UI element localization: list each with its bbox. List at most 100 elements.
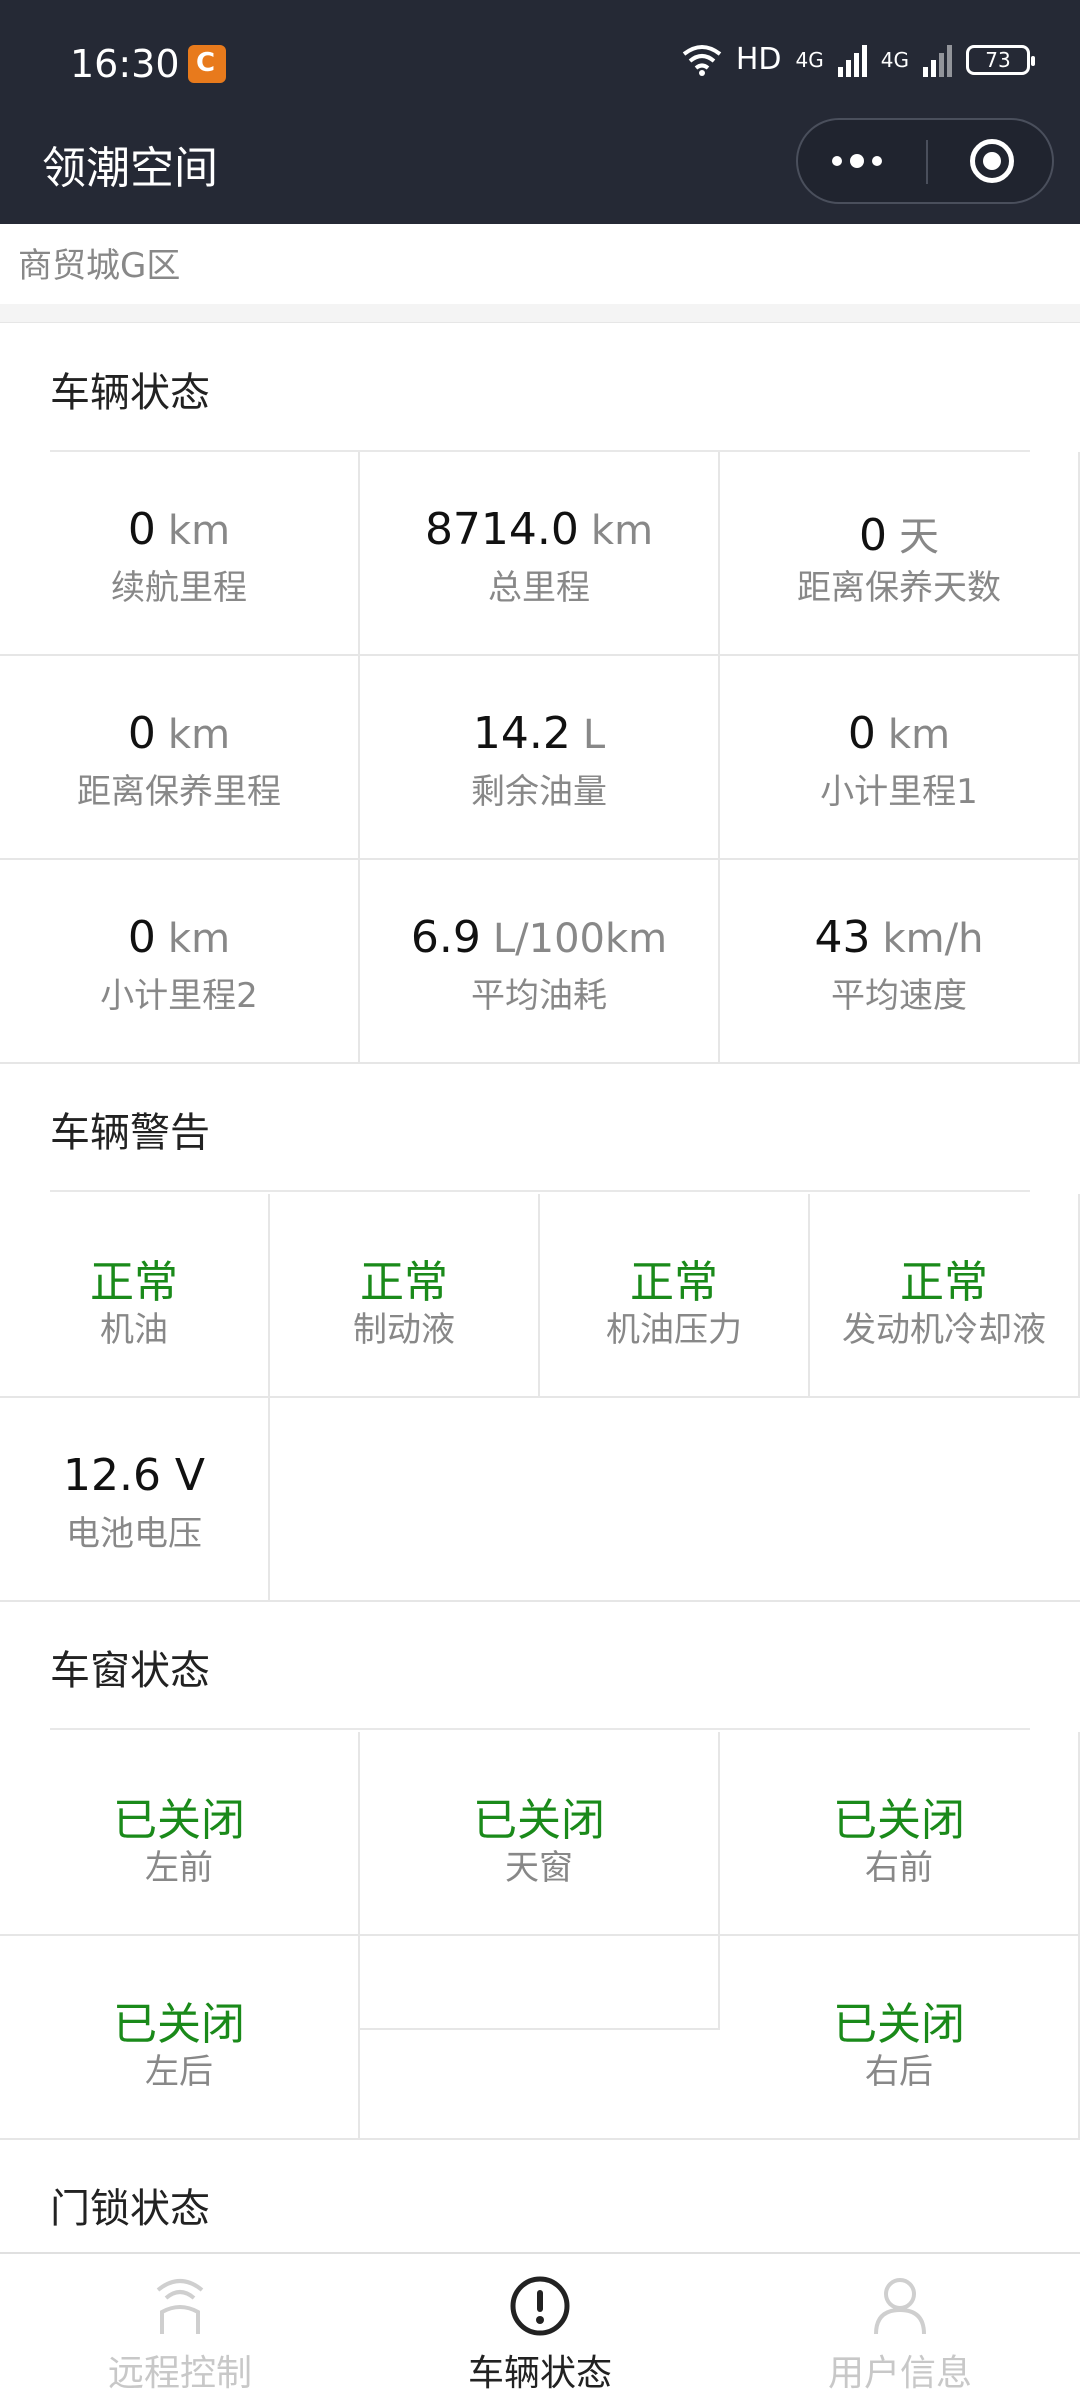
- hd-indicator: HD: [735, 42, 782, 77]
- window-cell-sunroof: 已关闭 天窗: [360, 1732, 720, 1936]
- stat-value: 0: [127, 708, 156, 759]
- tab-label: 用户信息: [827, 2353, 972, 2394]
- tab-vehicle-status[interactable]: 车辆状态: [360, 2254, 720, 2402]
- grid-line: [270, 1600, 1080, 1602]
- stat-unit: km: [167, 916, 231, 962]
- miniprogram-capsule: [796, 118, 1054, 204]
- stat-unit: km: [167, 508, 231, 554]
- window-value: 已关闭: [473, 1795, 605, 1846]
- stat-value: 8714.0: [424, 504, 579, 555]
- stat-unit: L/100km: [492, 916, 668, 962]
- window-cell-rear-left: 已关闭 左后: [0, 1936, 360, 2140]
- window-label: 左后: [145, 2052, 213, 2092]
- tab-remote-control[interactable]: 远程控制: [0, 2254, 360, 2402]
- stat-cell-maintenance-mileage: 0 km 距离保养里程: [0, 656, 360, 860]
- window-cell-front-left: 已关闭 左前: [0, 1732, 360, 1936]
- stat-cell-trip-2: 0 km 小计里程2: [0, 860, 360, 1064]
- signal-label-2: 4G: [880, 47, 909, 72]
- battery-level: 73: [985, 47, 1011, 72]
- stat-label: 总里程: [488, 568, 590, 608]
- user-icon: [874, 2278, 926, 2335]
- signal-label-1: 4G: [795, 47, 824, 72]
- status-indicators: HD 4G 4G 73: [682, 42, 1035, 77]
- vehicle-warning-title: 车辆警告: [50, 1110, 210, 1156]
- warning-value: 正常: [900, 1257, 988, 1308]
- tab-label: 远程控制: [107, 2353, 252, 2394]
- window-cell-empty: [360, 1936, 720, 2030]
- stat-value: 6.9: [410, 912, 481, 963]
- battery-icon: 73: [966, 44, 1035, 75]
- window-value: 已关闭: [113, 1999, 245, 2050]
- remote-signal-icon: [156, 2279, 204, 2334]
- warning-cell-brake-fluid: 正常 制动液: [270, 1194, 540, 1398]
- warning-value: 正常: [360, 1257, 448, 1308]
- window-value: 已关闭: [833, 1999, 965, 2050]
- tab-label: 车辆状态: [467, 2353, 612, 2394]
- grid-line: [360, 2138, 720, 2140]
- stat-cell-avg-speed: 43 km/h 平均速度: [720, 860, 1080, 1064]
- warning-cell-oil-pressure: 正常 机油压力: [540, 1194, 810, 1398]
- warning-value: 正常: [630, 1257, 718, 1308]
- stat-label: 距离保养天数: [797, 568, 1001, 608]
- window-cell-front-right: 已关闭 右前: [720, 1732, 1080, 1936]
- stat-unit: km/h: [882, 916, 984, 962]
- stat-value: 0: [127, 504, 156, 555]
- section-underline: [50, 1728, 1030, 1730]
- window-label: 左前: [145, 1848, 213, 1888]
- window-cell-rear-right: 已关闭 右后: [720, 1936, 1080, 2140]
- stat-cell-total-mileage: 8714.0 km 总里程: [360, 452, 720, 656]
- stat-cell-trip-1: 0 km 小计里程1: [720, 656, 1080, 860]
- window-label: 右后: [865, 2052, 933, 2092]
- warning-cell-coolant: 正常 发动机冷却液: [810, 1194, 1080, 1398]
- warning-label: 制动液: [353, 1310, 455, 1350]
- warning-label: 机油压力: [606, 1310, 742, 1350]
- stat-label: 小计里程2: [100, 976, 258, 1016]
- window-label: 天窗: [505, 1848, 573, 1888]
- stat-label: 续航里程: [111, 568, 247, 608]
- stat-cell-fuel-remaining: 14.2 L 剩余油量: [360, 656, 720, 860]
- warning-label: 电池电压: [66, 1514, 202, 1554]
- stat-unit: km: [590, 508, 654, 554]
- stat-label: 平均速度: [831, 976, 967, 1016]
- app-notification-icon: C: [188, 45, 226, 83]
- capsule-separator: [926, 140, 928, 184]
- warning-cell-oil: 正常 机油: [0, 1194, 270, 1398]
- signal-icon: [837, 43, 867, 77]
- more-menu-icon[interactable]: [832, 154, 882, 168]
- window-value: 已关闭: [113, 1795, 245, 1846]
- warning-value: 12.6 V: [62, 1450, 206, 1501]
- stat-cell-avg-fuel: 6.9 L/100km 平均油耗: [360, 860, 720, 1064]
- warning-value: 正常: [90, 1257, 178, 1308]
- stat-unit: km: [167, 712, 231, 758]
- location-address: 商贸城G区: [18, 246, 181, 286]
- stat-label: 距离保养里程: [77, 772, 281, 812]
- warning-label: 发动机冷却液: [842, 1310, 1046, 1350]
- page-title: 领潮空间: [42, 143, 218, 194]
- signal-icon-2: [923, 43, 952, 77]
- vehicle-status-title: 车辆状态: [50, 370, 210, 416]
- door-lock-status-title: 门锁状态: [50, 2186, 210, 2232]
- window-status-title: 车窗状态: [50, 1648, 210, 1694]
- stat-value: 0: [847, 708, 876, 759]
- stat-value: 0: [859, 510, 887, 561]
- stat-label: 剩余油量: [471, 772, 607, 812]
- warning-cell-battery-voltage: 12.6 V 电池电压: [0, 1398, 270, 1602]
- status-time: 16:30: [70, 42, 180, 86]
- stat-value: 43: [814, 912, 871, 963]
- window-label: 右前: [865, 1848, 933, 1888]
- stat-value: 14.2: [472, 708, 571, 759]
- stat-unit: 天: [899, 514, 939, 560]
- alert-circle-icon: [510, 2276, 570, 2336]
- tab-user-info[interactable]: 用户信息: [720, 2254, 1080, 2402]
- close-miniprogram-icon[interactable]: [970, 139, 1014, 183]
- window-value: 已关闭: [833, 1795, 965, 1846]
- stat-cell-maintenance-days: 0天 距离保养天数: [720, 452, 1080, 656]
- stat-cell-range: 0 km 续航里程: [0, 452, 360, 656]
- stat-unit: km: [887, 712, 951, 758]
- warning-label: 机油: [100, 1310, 168, 1350]
- bottom-tab-bar: 远程控制 车辆状态 用户信息: [0, 2252, 1080, 2402]
- stat-unit: L: [582, 712, 606, 758]
- section-underline: [50, 1190, 1030, 1192]
- stat-label: 平均油耗: [471, 976, 607, 1016]
- wifi-icon: [682, 44, 722, 76]
